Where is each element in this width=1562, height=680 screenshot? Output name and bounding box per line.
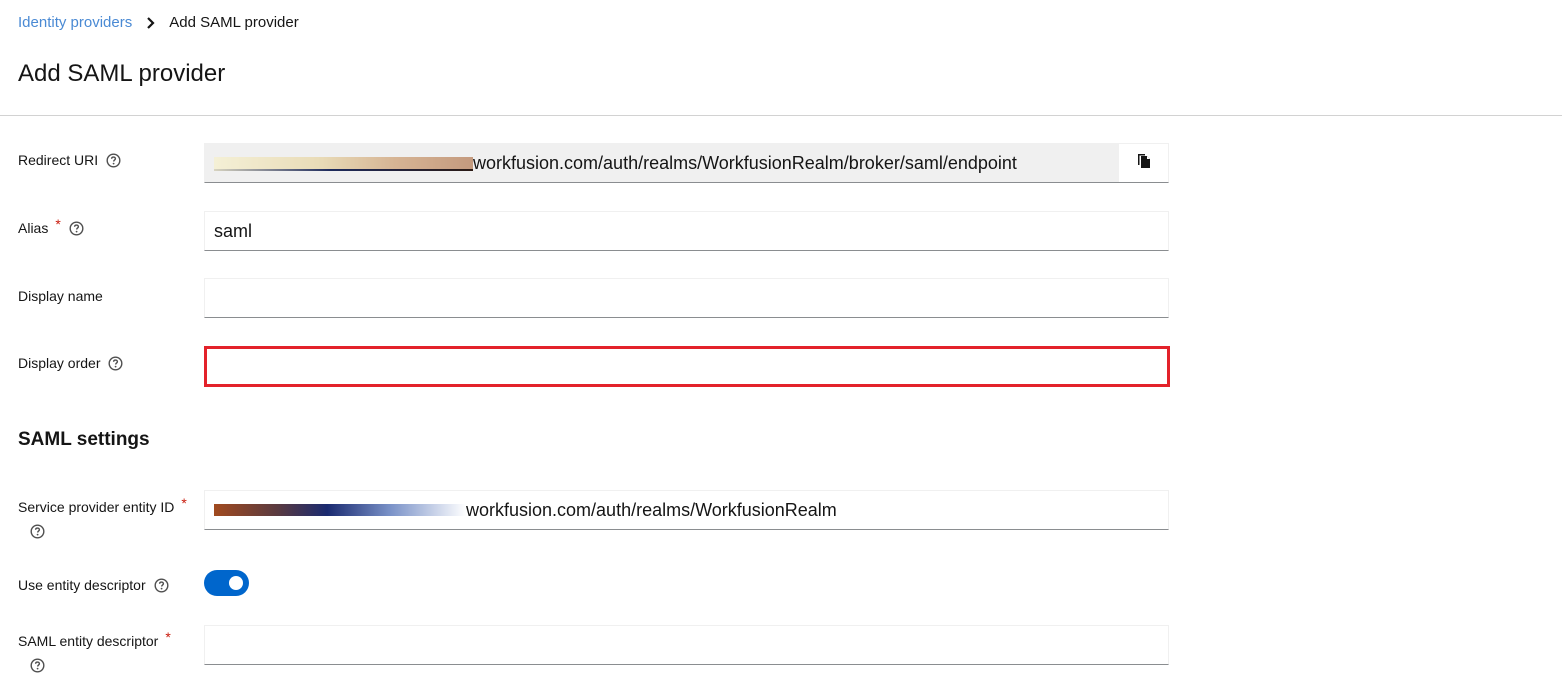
toggle-knob — [229, 576, 243, 590]
page-title: Add SAML provider — [18, 60, 226, 87]
help-icon[interactable] — [106, 152, 121, 168]
display-order-input[interactable] — [204, 346, 1170, 387]
display-name-input[interactable] — [204, 278, 1169, 318]
required-indicator: * — [55, 216, 61, 232]
use-entity-descriptor-label: Use entity descriptor — [18, 577, 169, 593]
help-icon[interactable] — [30, 658, 45, 673]
use-entity-descriptor-toggle[interactable] — [204, 570, 249, 596]
help-icon[interactable] — [108, 355, 123, 371]
service-provider-entity-id-label: Service provider entity ID * — [18, 495, 187, 515]
copy-icon — [1137, 153, 1151, 174]
chevron-right-icon — [146, 16, 155, 29]
display-name-label: Display name — [18, 288, 103, 304]
required-indicator: * — [165, 629, 171, 645]
breadcrumb-current: Add SAML provider — [169, 14, 299, 31]
alias-input[interactable]: saml — [204, 211, 1169, 251]
saml-entity-descriptor-input[interactable] — [204, 625, 1169, 665]
help-icon[interactable] — [154, 577, 169, 593]
saml-settings-heading: SAML settings — [18, 429, 150, 450]
required-indicator: * — [181, 495, 187, 511]
help-icon[interactable] — [30, 524, 45, 539]
copy-button[interactable] — [1118, 144, 1168, 182]
redirect-uri-label: Redirect URI — [18, 152, 121, 168]
redacted-region — [214, 504, 466, 516]
redirect-uri-field[interactable]: workfusion.com/auth/realms/WorkfusionRea… — [204, 143, 1169, 183]
breadcrumb-identity-providers-link[interactable]: Identity providers — [18, 14, 132, 31]
redacted-region — [214, 157, 473, 171]
saml-entity-descriptor-label: SAML entity descriptor * — [18, 629, 171, 649]
header-divider — [0, 115, 1562, 116]
service-provider-entity-id-input[interactable]: workfusion.com/auth/realms/WorkfusionRea… — [204, 490, 1169, 530]
breadcrumb: Identity providers Add SAML provider — [18, 14, 299, 31]
display-order-label: Display order — [18, 355, 123, 371]
alias-label: Alias * — [18, 216, 84, 236]
help-icon[interactable] — [69, 220, 84, 236]
